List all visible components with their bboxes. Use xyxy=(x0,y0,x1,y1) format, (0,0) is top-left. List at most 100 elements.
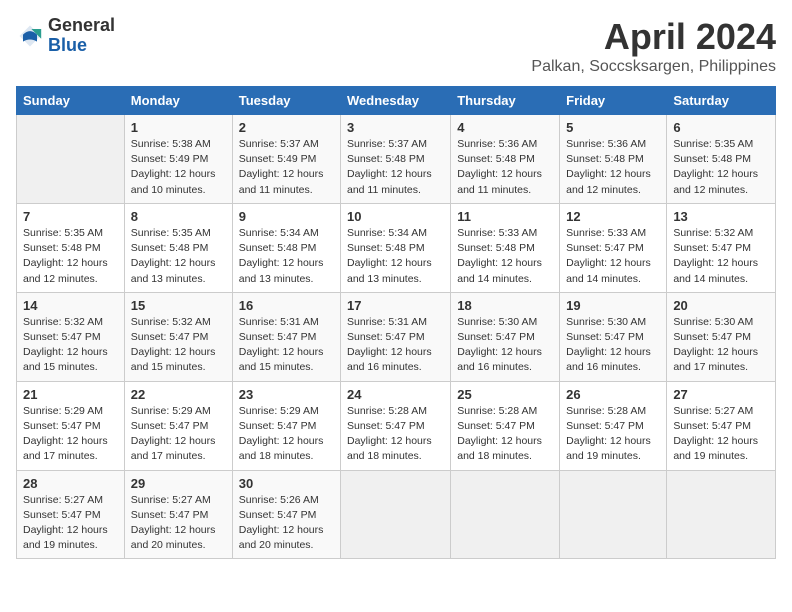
calendar-cell xyxy=(667,470,776,559)
day-number: 8 xyxy=(131,209,226,224)
day-info: Sunrise: 5:33 AMSunset: 5:47 PMDaylight:… xyxy=(566,226,660,287)
calendar-day-header: Tuesday xyxy=(232,87,340,115)
calendar-cell: 28 Sunrise: 5:27 AMSunset: 5:47 PMDayligh… xyxy=(17,470,125,559)
logo-blue: Blue xyxy=(48,36,115,56)
calendar-cell: 8 Sunrise: 5:35 AMSunset: 5:48 PMDaylight… xyxy=(124,203,232,292)
day-info: Sunrise: 5:38 AMSunset: 5:49 PMDaylight:… xyxy=(131,137,226,198)
calendar-cell xyxy=(451,470,560,559)
day-info: Sunrise: 5:27 AMSunset: 5:47 PMDaylight:… xyxy=(673,404,769,465)
day-info: Sunrise: 5:36 AMSunset: 5:48 PMDaylight:… xyxy=(566,137,660,198)
day-info: Sunrise: 5:28 AMSunset: 5:47 PMDaylight:… xyxy=(566,404,660,465)
day-number: 25 xyxy=(457,387,553,402)
calendar-cell: 24 Sunrise: 5:28 AMSunset: 5:47 PMDayligh… xyxy=(341,381,451,470)
day-number: 7 xyxy=(23,209,118,224)
calendar-cell: 27 Sunrise: 5:27 AMSunset: 5:47 PMDayligh… xyxy=(667,381,776,470)
calendar-cell: 21Sunrise: 5:29 AMSunset: 5:47 PMDayligh… xyxy=(17,381,125,470)
day-number: 27 xyxy=(673,387,769,402)
day-info: Sunrise: 5:36 AMSunset: 5:48 PMDaylight:… xyxy=(457,137,553,198)
day-number: 28 xyxy=(23,476,118,491)
calendar-cell: 10Sunrise: 5:34 AMSunset: 5:48 PMDayligh… xyxy=(341,203,451,292)
day-number: 15 xyxy=(131,298,226,313)
calendar-week-row: 28 Sunrise: 5:27 AMSunset: 5:47 PMDayligh… xyxy=(17,470,776,559)
day-info: Sunrise: 5:29 AMSunset: 5:47 PMDaylight:… xyxy=(131,404,226,465)
calendar-cell: 1 Sunrise: 5:38 AMSunset: 5:49 PMDaylight… xyxy=(124,115,232,204)
calendar-cell: 5 Sunrise: 5:36 AMSunset: 5:48 PMDaylight… xyxy=(560,115,667,204)
day-number: 17 xyxy=(347,298,444,313)
calendar-day-header: Thursday xyxy=(451,87,560,115)
calendar-cell xyxy=(17,115,125,204)
day-info: Sunrise: 5:28 AMSunset: 5:47 PMDaylight:… xyxy=(457,404,553,465)
day-info: Sunrise: 5:32 AMSunset: 5:47 PMDaylight:… xyxy=(673,226,769,287)
title-block: April 2024 Palkan, Soccsksargen, Philipp… xyxy=(531,16,776,76)
day-info: Sunrise: 5:29 AMSunset: 5:47 PMDaylight:… xyxy=(239,404,334,465)
day-number: 24 xyxy=(347,387,444,402)
calendar-cell: 16 Sunrise: 5:31 AMSunset: 5:47 PMDayligh… xyxy=(232,292,340,381)
day-info: Sunrise: 5:30 AMSunset: 5:47 PMDaylight:… xyxy=(566,315,660,376)
calendar-cell: 7 Sunrise: 5:35 AMSunset: 5:48 PMDaylight… xyxy=(17,203,125,292)
calendar-day-header: Friday xyxy=(560,87,667,115)
day-info: Sunrise: 5:33 AMSunset: 5:48 PMDaylight:… xyxy=(457,226,553,287)
calendar-day-header: Monday xyxy=(124,87,232,115)
calendar-cell: 22 Sunrise: 5:29 AMSunset: 5:47 PMDayligh… xyxy=(124,381,232,470)
day-info: Sunrise: 5:29 AMSunset: 5:47 PMDaylight:… xyxy=(23,404,118,465)
calendar-cell: 6Sunrise: 5:35 AMSunset: 5:48 PMDaylight… xyxy=(667,115,776,204)
month-title: April 2024 xyxy=(531,16,776,58)
calendar-day-header: Saturday xyxy=(667,87,776,115)
calendar-cell xyxy=(560,470,667,559)
day-info: Sunrise: 5:27 AMSunset: 5:47 PMDaylight:… xyxy=(23,493,118,554)
calendar-cell: 9Sunrise: 5:34 AMSunset: 5:48 PMDaylight… xyxy=(232,203,340,292)
day-number: 6 xyxy=(673,120,769,135)
calendar-cell: 15 Sunrise: 5:32 AMSunset: 5:47 PMDayligh… xyxy=(124,292,232,381)
day-number: 10 xyxy=(347,209,444,224)
calendar-cell: 29 Sunrise: 5:27 AMSunset: 5:47 PMDayligh… xyxy=(124,470,232,559)
day-number: 5 xyxy=(566,120,660,135)
page-header: General Blue April 2024 Palkan, Soccsksa… xyxy=(16,16,776,76)
calendar-cell: 19 Sunrise: 5:30 AMSunset: 5:47 PMDayligh… xyxy=(560,292,667,381)
day-number: 29 xyxy=(131,476,226,491)
day-number: 26 xyxy=(566,387,660,402)
logo: General Blue xyxy=(16,16,115,56)
day-info: Sunrise: 5:30 AMSunset: 5:47 PMDaylight:… xyxy=(673,315,769,376)
calendar-cell: 13 Sunrise: 5:32 AMSunset: 5:47 PMDayligh… xyxy=(667,203,776,292)
calendar-cell: 26 Sunrise: 5:28 AMSunset: 5:47 PMDayligh… xyxy=(560,381,667,470)
calendar-header-row: SundayMondayTuesdayWednesdayThursdayFrid… xyxy=(17,87,776,115)
day-number: 13 xyxy=(673,209,769,224)
calendar-cell: 23Sunrise: 5:29 AMSunset: 5:47 PMDayligh… xyxy=(232,381,340,470)
calendar-body: 1 Sunrise: 5:38 AMSunset: 5:49 PMDaylight… xyxy=(17,115,776,559)
calendar-cell: 2Sunrise: 5:37 AMSunset: 5:49 PMDaylight… xyxy=(232,115,340,204)
calendar-week-row: 7 Sunrise: 5:35 AMSunset: 5:48 PMDaylight… xyxy=(17,203,776,292)
day-number: 4 xyxy=(457,120,553,135)
day-info: Sunrise: 5:31 AMSunset: 5:47 PMDaylight:… xyxy=(347,315,444,376)
day-info: Sunrise: 5:27 AMSunset: 5:47 PMDaylight:… xyxy=(131,493,226,554)
day-number: 22 xyxy=(131,387,226,402)
day-number: 19 xyxy=(566,298,660,313)
calendar-cell xyxy=(341,470,451,559)
day-info: Sunrise: 5:26 AMSunset: 5:47 PMDaylight:… xyxy=(239,493,334,554)
calendar-day-header: Sunday xyxy=(17,87,125,115)
logo-general: General xyxy=(48,16,115,36)
calendar-cell: 17 Sunrise: 5:31 AMSunset: 5:47 PMDayligh… xyxy=(341,292,451,381)
calendar-day-header: Wednesday xyxy=(341,87,451,115)
calendar-cell: 30 Sunrise: 5:26 AMSunset: 5:47 PMDayligh… xyxy=(232,470,340,559)
logo-text: General Blue xyxy=(48,16,115,56)
day-info: Sunrise: 5:35 AMSunset: 5:48 PMDaylight:… xyxy=(131,226,226,287)
day-number: 9 xyxy=(239,209,334,224)
calendar-week-row: 14Sunrise: 5:32 AMSunset: 5:47 PMDayligh… xyxy=(17,292,776,381)
calendar-cell: 14Sunrise: 5:32 AMSunset: 5:47 PMDayligh… xyxy=(17,292,125,381)
day-info: Sunrise: 5:35 AMSunset: 5:48 PMDaylight:… xyxy=(23,226,118,287)
day-number: 30 xyxy=(239,476,334,491)
logo-icon xyxy=(16,22,44,50)
day-info: Sunrise: 5:28 AMSunset: 5:47 PMDaylight:… xyxy=(347,404,444,465)
day-number: 3 xyxy=(347,120,444,135)
day-number: 12 xyxy=(566,209,660,224)
day-number: 20 xyxy=(673,298,769,313)
calendar-cell: 3Sunrise: 5:37 AMSunset: 5:48 PMDaylight… xyxy=(341,115,451,204)
day-number: 1 xyxy=(131,120,226,135)
day-number: 11 xyxy=(457,209,553,224)
day-info: Sunrise: 5:32 AMSunset: 5:47 PMDaylight:… xyxy=(131,315,226,376)
day-number: 16 xyxy=(239,298,334,313)
day-info: Sunrise: 5:31 AMSunset: 5:47 PMDaylight:… xyxy=(239,315,334,376)
calendar-cell: 18Sunrise: 5:30 AMSunset: 5:47 PMDayligh… xyxy=(451,292,560,381)
calendar-cell: 25 Sunrise: 5:28 AMSunset: 5:47 PMDayligh… xyxy=(451,381,560,470)
calendar-week-row: 1 Sunrise: 5:38 AMSunset: 5:49 PMDaylight… xyxy=(17,115,776,204)
